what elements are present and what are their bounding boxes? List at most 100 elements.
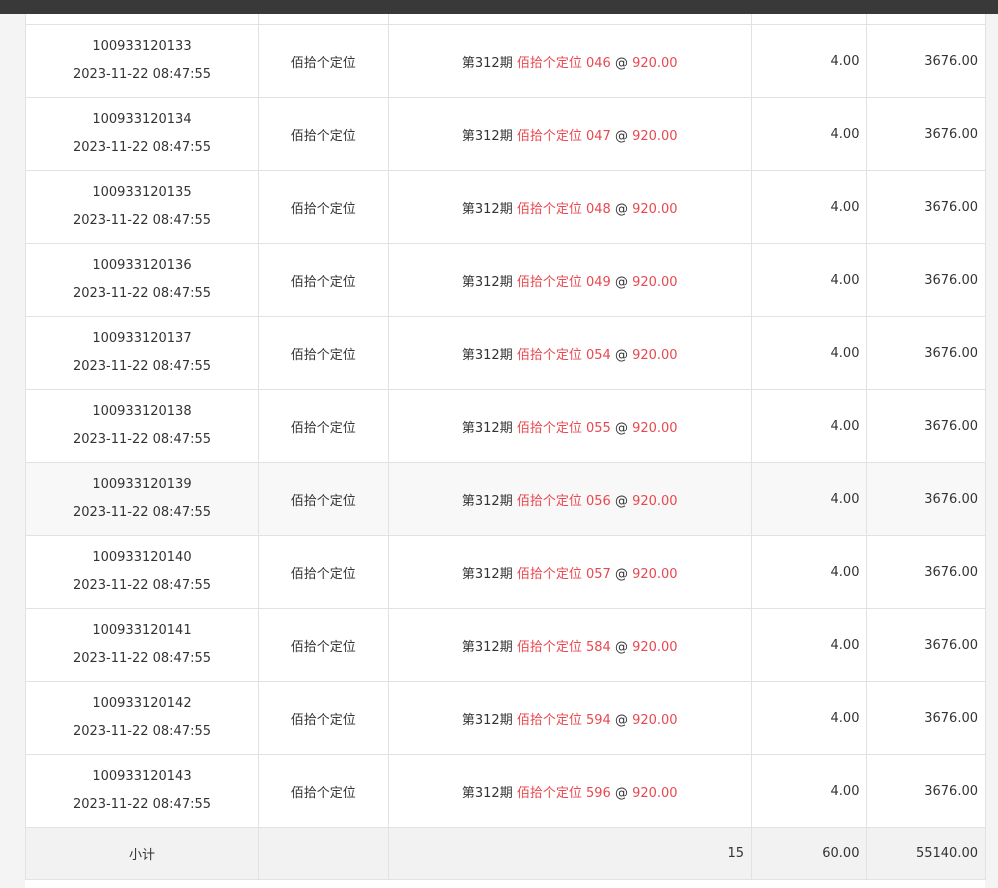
bet-odds: 920.00 <box>632 712 678 728</box>
subtotal-count: 15 <box>387 827 752 880</box>
subtotal-row: 小计 15 60.00 55140.00 <box>25 827 986 880</box>
bet-type: 佰拾个定位 <box>257 97 389 171</box>
order-cell: 100933120143 2023-11-22 08:47:55 <box>25 754 259 828</box>
order-time: 2023-11-22 08:47:55 <box>72 140 212 155</box>
bet-type: 佰拾个定位 <box>257 754 389 828</box>
bet-content: 佰拾个定位 056 <box>516 493 611 509</box>
bet-content: 佰拾个定位 049 <box>516 274 611 290</box>
bet-amount: 4.00 <box>750 316 868 390</box>
bet-type: 佰拾个定位 <box>257 462 389 536</box>
bet-odds: 920.00 <box>632 566 678 582</box>
bet-content: 佰拾个定位 057 <box>516 566 611 582</box>
bet-type: 佰拾个定位 <box>257 170 389 244</box>
bet-type: 佰拾个定位 <box>257 608 389 682</box>
table-row: 100933120140 2023-11-22 08:47:55 佰拾个定位 第… <box>25 535 986 609</box>
prize-amount: 3676.00 <box>866 97 986 171</box>
order-number[interactable]: 100933120136 <box>26 252 258 280</box>
prize-amount: 3676.00 <box>866 754 986 828</box>
bet-detail: 第312期 佰拾个定位 057 @ 920.00 <box>387 535 752 609</box>
order-time: 2023-11-22 08:47:55 <box>72 286 212 301</box>
bet-amount: 4.00 <box>750 535 868 609</box>
order-number[interactable]: 100933120138 <box>26 398 258 426</box>
order-number[interactable]: 100933120143 <box>26 763 258 791</box>
bet-period: 第312期 <box>461 712 513 728</box>
bet-content: 佰拾个定位 596 <box>516 785 611 801</box>
at-symbol: @ <box>614 347 628 363</box>
prize-amount: 3676.00 <box>866 462 986 536</box>
order-cell: 100933120140 2023-11-22 08:47:55 <box>25 535 259 609</box>
at-symbol: @ <box>614 639 628 655</box>
prize-amount: 3676.00 <box>866 535 986 609</box>
order-cell: 100933120134 2023-11-22 08:47:55 <box>25 97 259 171</box>
subtotal-empty-cell <box>257 827 389 880</box>
bet-odds: 920.00 <box>632 55 678 71</box>
order-number[interactable]: 100933120142 <box>26 690 258 718</box>
bet-content: 佰拾个定位 584 <box>516 639 611 655</box>
at-symbol: @ <box>614 566 628 582</box>
bet-amount: 4.00 <box>750 24 868 98</box>
prize-amount: 3676.00 <box>866 389 986 463</box>
prize-amount: 3676.00 <box>866 316 986 390</box>
order-number[interactable]: 100933120139 <box>26 471 258 499</box>
bet-content: 佰拾个定位 055 <box>516 420 611 436</box>
at-symbol: @ <box>614 712 628 728</box>
bet-period: 第312期 <box>461 128 513 144</box>
table-row: 100933120135 2023-11-22 08:47:55 佰拾个定位 第… <box>25 170 986 244</box>
bet-period: 第312期 <box>461 347 513 363</box>
bet-content: 佰拾个定位 054 <box>516 347 611 363</box>
bet-detail: 第312期 佰拾个定位 047 @ 920.00 <box>387 97 752 171</box>
bet-period: 第312期 <box>461 493 513 509</box>
at-symbol: @ <box>614 128 628 144</box>
at-symbol: @ <box>614 493 628 509</box>
table-row: 100933120142 2023-11-22 08:47:55 佰拾个定位 第… <box>25 681 986 755</box>
subtotal-prize: 55140.00 <box>866 827 986 880</box>
prize-amount: 3676.00 <box>866 24 986 98</box>
order-cell: 100933120142 2023-11-22 08:47:55 <box>25 681 259 755</box>
at-symbol: @ <box>614 785 628 801</box>
bet-detail: 第312期 佰拾个定位 054 @ 920.00 <box>387 316 752 390</box>
table-row: 100933120137 2023-11-22 08:47:55 佰拾个定位 第… <box>25 316 986 390</box>
bet-orders-body: 100933120133 2023-11-22 08:47:55 佰拾个定位 第… <box>25 14 986 828</box>
order-number[interactable]: 100933120140 <box>26 544 258 572</box>
bet-orders-table: 100933120133 2023-11-22 08:47:55 佰拾个定位 第… <box>25 14 986 880</box>
bet-odds: 920.00 <box>632 128 678 144</box>
order-time: 2023-11-22 08:47:55 <box>72 432 212 447</box>
table-row: 100933120138 2023-11-22 08:47:55 佰拾个定位 第… <box>25 389 986 463</box>
order-number[interactable]: 100933120141 <box>26 617 258 645</box>
at-symbol: @ <box>614 274 628 290</box>
bet-type: 佰拾个定位 <box>257 389 389 463</box>
bet-type: 佰拾个定位 <box>257 316 389 390</box>
bet-amount: 4.00 <box>750 462 868 536</box>
order-cell: 100933120136 2023-11-22 08:47:55 <box>25 243 259 317</box>
bet-amount: 4.00 <box>750 681 868 755</box>
order-cell: 100933120138 2023-11-22 08:47:55 <box>25 389 259 463</box>
bet-period: 第312期 <box>461 420 513 436</box>
prize-amount: 3676.00 <box>866 243 986 317</box>
subtotal-label: 小计 <box>25 827 259 880</box>
order-time: 2023-11-22 08:47:55 <box>72 797 212 812</box>
table-row: 100933120136 2023-11-22 08:47:55 佰拾个定位 第… <box>25 243 986 317</box>
order-number[interactable]: 100933120133 <box>26 33 258 61</box>
order-cell: 100933120137 2023-11-22 08:47:55 <box>25 316 259 390</box>
bet-period: 第312期 <box>461 639 513 655</box>
bet-amount: 4.00 <box>750 608 868 682</box>
at-symbol: @ <box>614 55 628 71</box>
order-number[interactable]: 100933120134 <box>26 106 258 134</box>
order-cell: 100933120135 2023-11-22 08:47:55 <box>25 170 259 244</box>
bet-detail: 第312期 佰拾个定位 048 @ 920.00 <box>387 170 752 244</box>
at-symbol: @ <box>614 420 628 436</box>
bet-period: 第312期 <box>461 274 513 290</box>
bet-odds: 920.00 <box>632 639 678 655</box>
table-row: 100933120141 2023-11-22 08:47:55 佰拾个定位 第… <box>25 608 986 682</box>
bet-odds: 920.00 <box>632 347 678 363</box>
bet-amount: 4.00 <box>750 243 868 317</box>
bet-detail: 第312期 佰拾个定位 056 @ 920.00 <box>387 462 752 536</box>
order-number[interactable]: 100933120135 <box>26 179 258 207</box>
bet-period: 第312期 <box>461 785 513 801</box>
bet-type: 佰拾个定位 <box>257 24 389 98</box>
bet-amount: 4.00 <box>750 170 868 244</box>
bet-period: 第312期 <box>461 566 513 582</box>
order-time: 2023-11-22 08:47:55 <box>72 724 212 739</box>
order-time: 2023-11-22 08:47:55 <box>72 213 212 228</box>
order-number[interactable]: 100933120137 <box>26 325 258 353</box>
